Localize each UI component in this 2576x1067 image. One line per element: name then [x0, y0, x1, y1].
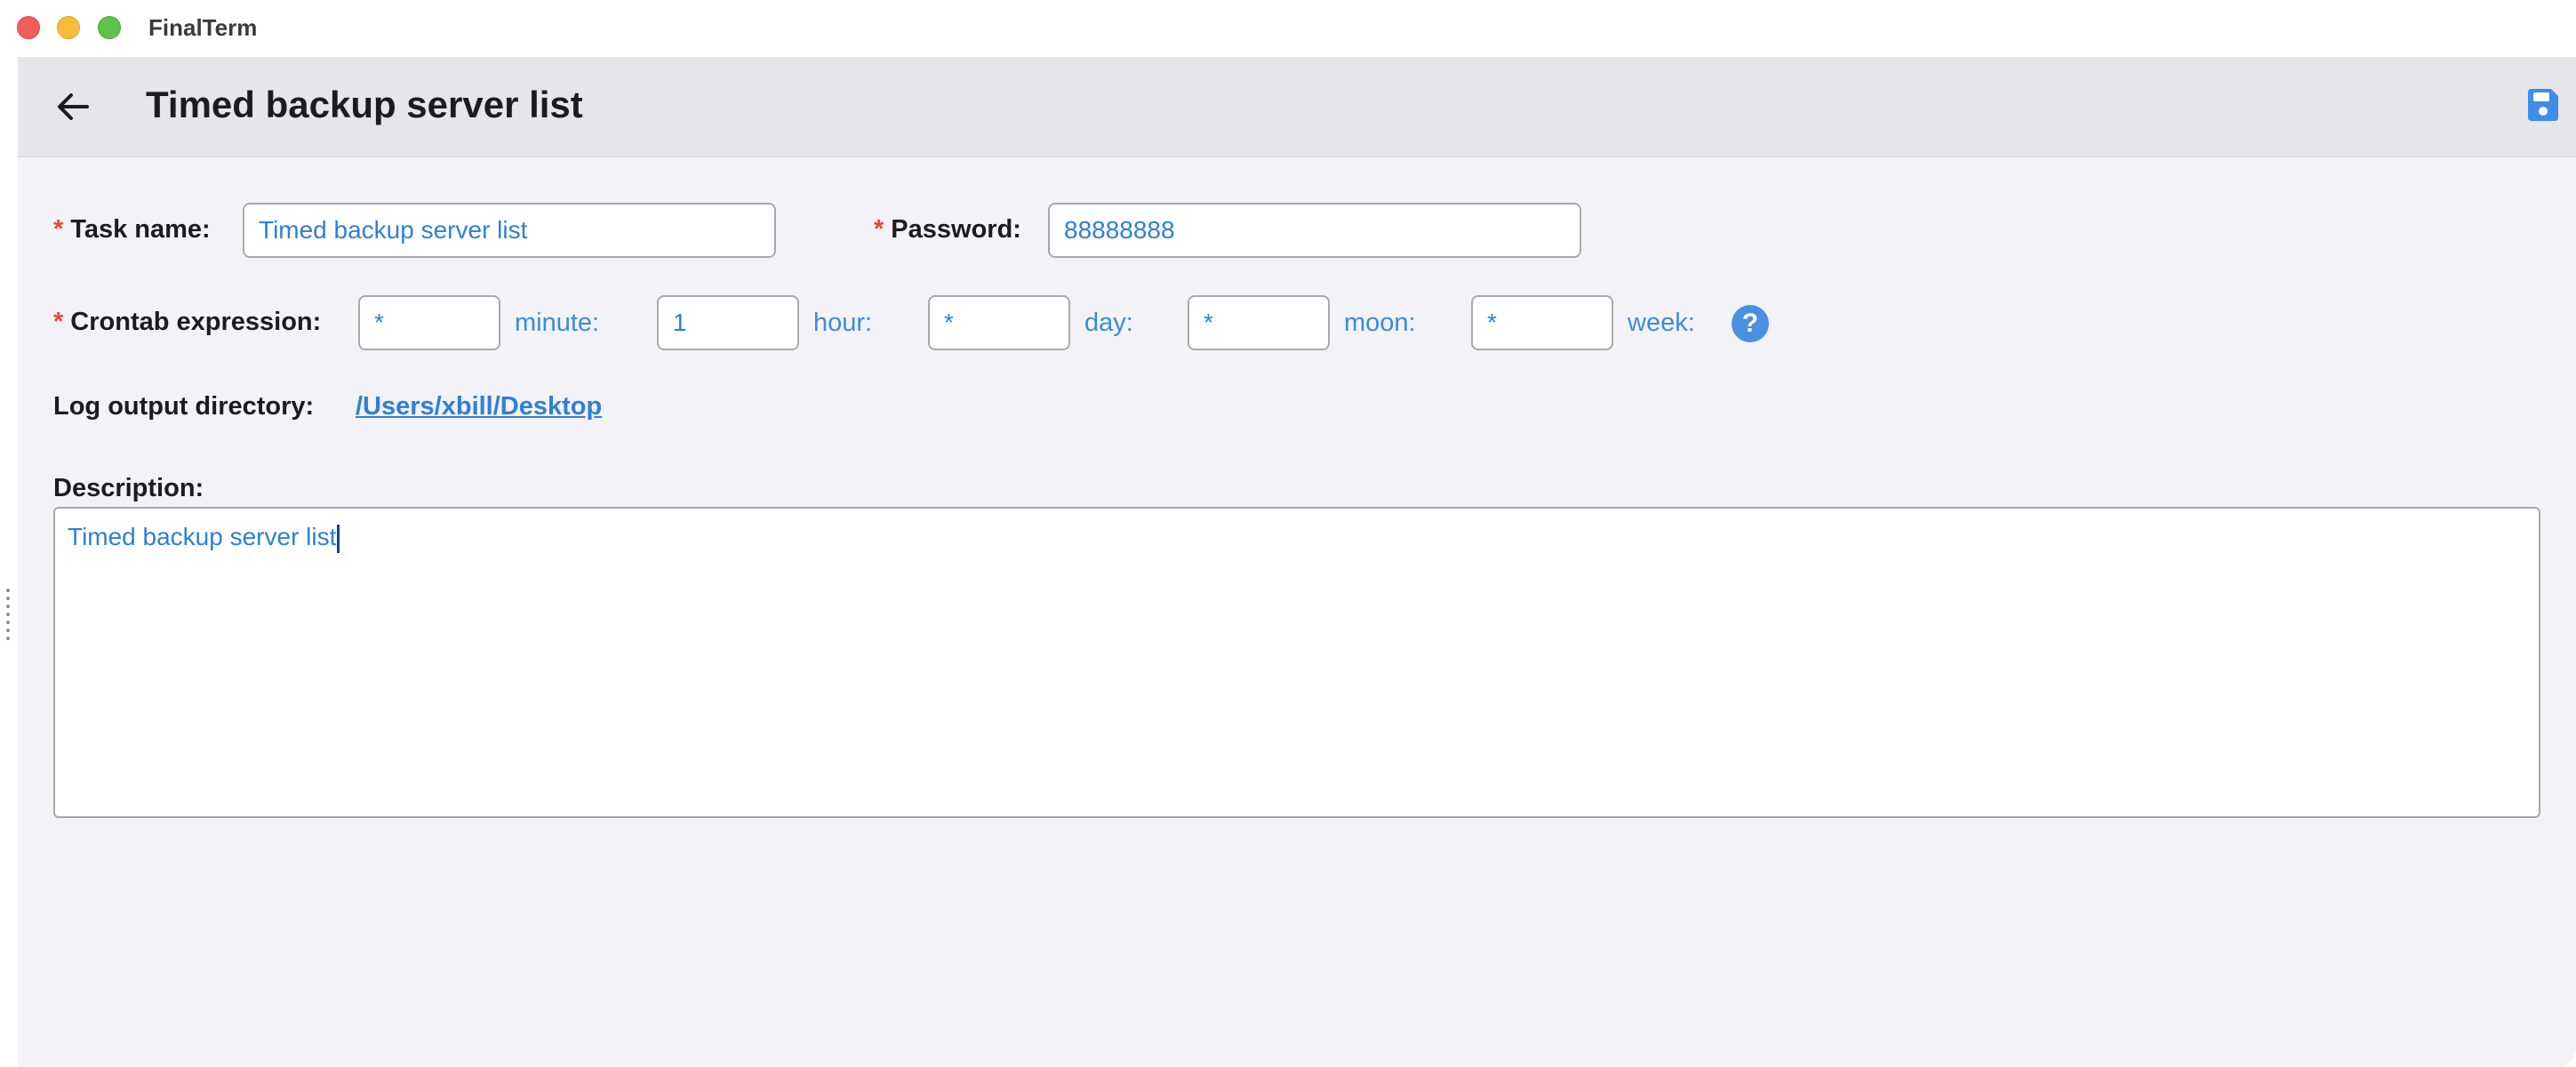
description-text: Timed backup server list	[68, 523, 337, 550]
crontab-day-input[interactable]	[928, 295, 1070, 350]
description-textarea[interactable]: Timed backup server list	[53, 507, 2540, 818]
zoom-window-button[interactable]	[98, 16, 121, 39]
page-header: Timed backup server list	[18, 57, 2576, 157]
description-label: Description:	[53, 474, 204, 502]
page-title: Timed backup server list	[146, 84, 583, 125]
required-mark: *	[53, 215, 64, 244]
question-mark-icon: ?	[1741, 309, 1759, 338]
text-caret	[337, 524, 340, 553]
password-label-text: Password:	[891, 215, 1021, 244]
save-button[interactable]	[2521, 84, 2564, 126]
moon-unit-label: moon:	[1344, 309, 1416, 337]
crontab-label: * Crontab expression:	[53, 308, 321, 337]
password-label: * Password:	[874, 215, 1021, 245]
back-button[interactable]	[50, 84, 96, 130]
minimize-window-button[interactable]	[57, 16, 80, 39]
crontab-minute-input[interactable]	[358, 295, 500, 350]
floppy-disk-icon	[2528, 89, 2558, 121]
day-unit-label: day:	[1084, 309, 1133, 337]
minute-unit-label: minute:	[515, 309, 600, 337]
resize-handle[interactable]	[6, 589, 12, 645]
required-mark: *	[874, 215, 884, 244]
crontab-moon-input[interactable]	[1188, 295, 1330, 350]
password-input[interactable]	[1048, 203, 1581, 258]
task-name-label: * Task name:	[53, 215, 211, 245]
app-window: FinalTerm Timed backup server list * Task…	[0, 0, 2576, 1067]
task-name-input[interactable]	[243, 203, 776, 258]
log-output-directory-link[interactable]: /Users/xbill/Desktop	[356, 392, 602, 421]
required-mark: *	[53, 308, 64, 336]
title-bar: FinalTerm	[0, 0, 2576, 58]
crontab-label-text: Crontab expression:	[70, 308, 322, 336]
crontab-help-button[interactable]: ?	[1732, 305, 1769, 342]
side-panel-strip	[0, 57, 18, 1067]
close-window-button[interactable]	[17, 16, 40, 39]
crontab-week-input[interactable]	[1471, 295, 1613, 350]
crontab-hour-input[interactable]	[657, 295, 799, 350]
week-unit-label: week:	[1628, 309, 1695, 337]
task-name-label-text: Task name:	[70, 215, 211, 244]
hour-unit-label: hour:	[813, 309, 873, 337]
log-output-label: Log output directory:	[53, 392, 315, 421]
app-title: FinalTerm	[148, 14, 258, 41]
arrow-left-icon	[58, 93, 89, 120]
